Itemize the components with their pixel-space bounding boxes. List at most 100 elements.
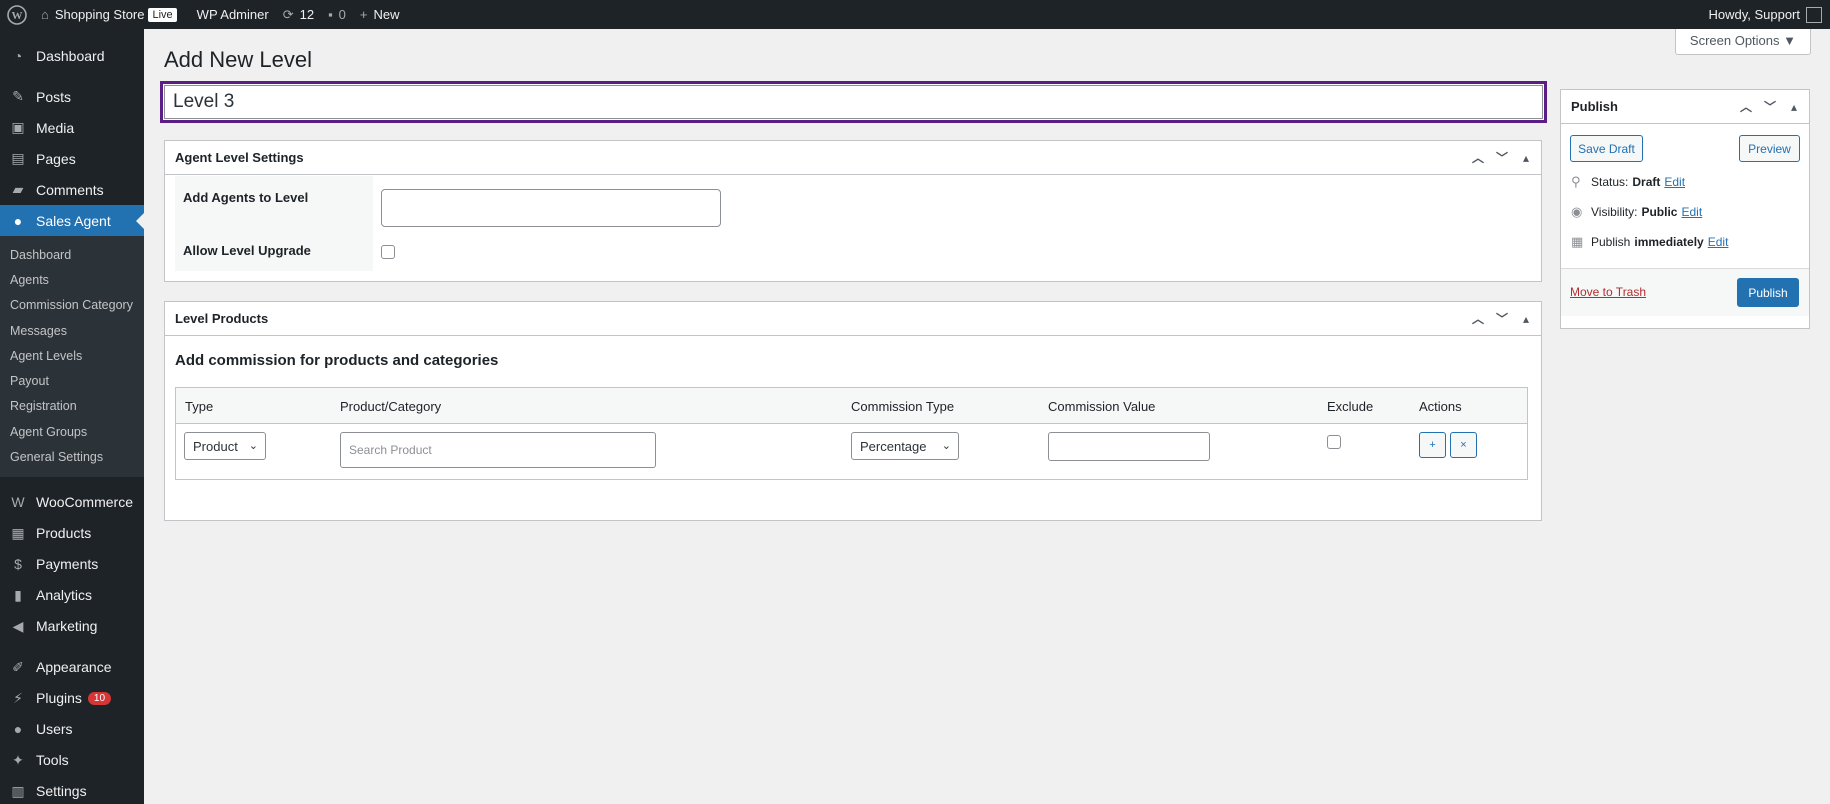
remove-row-button[interactable]: × [1450, 432, 1477, 458]
column-header: Product/Category [340, 399, 442, 414]
search-product-input[interactable]: Search Product [340, 432, 656, 468]
my-account[interactable]: Howdy, Support [1701, 0, 1830, 29]
menu-plugins[interactable]: ⚡ Plugins 10 [0, 683, 144, 714]
updates-icon: ⟳ [282, 6, 294, 22]
avatar [1806, 6, 1822, 23]
submenu-agent-groups[interactable]: Agent Groups [0, 419, 144, 444]
save-draft-button[interactable]: Save Draft [1570, 135, 1643, 162]
page-title: Add New Level [164, 47, 312, 72]
title-input-highlight: Level 3 [160, 81, 1547, 123]
menu-analytics[interactable]: ▮ Analytics [0, 580, 144, 611]
column-header: Exclude [1327, 399, 1374, 414]
admin-sidebar: ◔ Dashboard ✎ Posts ▣ Media ▤ Pages ▰ Co… [0, 29, 144, 804]
site-name: Shopping Store [54, 7, 145, 22]
admin-bar: W ⌂ Shopping Store Live WP Adminer ⟳ 12 … [0, 0, 1830, 29]
add-agents-field[interactable] [381, 189, 721, 227]
chevron-down-icon: ⌄ [248, 440, 258, 452]
chevron-down-icon[interactable]: ﹀ [1493, 310, 1511, 327]
table-header: Type Product/Category Commission Type Co… [176, 388, 1527, 424]
woocommerce-icon: W [11, 494, 25, 511]
menu-marketing[interactable]: ◀ Marketing [0, 611, 144, 642]
menu-pages[interactable]: ▤ Pages [0, 143, 144, 174]
menu-products[interactable]: ▦ Products [0, 518, 144, 549]
site-name-link[interactable]: ⌂ Shopping Store Live [34, 0, 190, 29]
comments-link[interactable]: ▪ 0 [321, 0, 353, 29]
sales-agent-submenu: Dashboard Agents Commission Category Mes… [0, 236, 144, 477]
publish-button[interactable]: Publish [1737, 278, 1799, 307]
submenu-registration[interactable]: Registration [0, 394, 144, 419]
wrench-icon: ✦ [12, 751, 24, 768]
plus-icon: + [359, 7, 368, 22]
table-row: Product ⌄ Search Product Percentage ⌄ + … [176, 424, 1527, 479]
menu-woocommerce[interactable]: W WooCommerce [0, 487, 144, 518]
dashboard-icon: ◔ [13, 47, 23, 64]
menu-comments[interactable]: ▰ Comments [0, 174, 144, 205]
wordpress-logo-icon[interactable]: W [0, 0, 34, 29]
menu-dashboard[interactable]: ◔ Dashboard [0, 40, 144, 71]
submenu-messages[interactable]: Messages [0, 318, 144, 343]
toggle-panel-icon[interactable]: ▴ [1517, 151, 1535, 165]
postbox-controls: ︿ ﹀ ▴ [1737, 98, 1809, 115]
chevron-up-icon[interactable]: ︿ [1469, 149, 1487, 166]
agent-level-settings-box: Agent Level Settings ︿ ﹀ ▴ Add Agents to… [164, 140, 1542, 282]
menu-posts[interactable]: ✎ Posts [0, 81, 144, 112]
add-agents-label: Add Agents to Level [175, 176, 373, 232]
edit-status-link[interactable]: Edit [1664, 175, 1685, 189]
type-select[interactable]: Product ⌄ [184, 432, 266, 460]
preview-button[interactable]: Preview [1739, 135, 1800, 162]
chevron-down-icon[interactable]: ﹀ [1493, 149, 1511, 166]
agent-level-settings-header: Agent Level Settings ︿ ﹀ ▴ [165, 141, 1541, 175]
megaphone-icon: ◀ [12, 617, 24, 634]
chevron-up-icon[interactable]: ︿ [1737, 98, 1755, 115]
column-header: Actions [1419, 399, 1462, 414]
calendar-icon: ▦ [1571, 234, 1584, 249]
howdy-text: Howdy, Support [1708, 7, 1800, 22]
column-header: Type [185, 399, 214, 414]
menu-users[interactable]: ● Users [0, 714, 144, 745]
brush-icon: ✐ [12, 658, 24, 675]
wp-adminer-link[interactable]: WP Adminer [190, 0, 276, 29]
menu-settings[interactable]: ▥ Settings [0, 776, 144, 804]
level-products-header: Level Products ︿ ﹀ ▴ [165, 302, 1541, 336]
chevron-down-icon[interactable]: ﹀ [1761, 98, 1779, 115]
screen-options-button[interactable]: Screen Options ▼ [1674, 29, 1811, 55]
chevron-up-icon[interactable]: ︿ [1469, 310, 1487, 327]
edit-visibility-link[interactable]: Edit [1681, 205, 1702, 219]
menu-payments[interactable]: $ Payments [0, 549, 144, 580]
agent-settings-form: Add Agents to Level Allow Level Upgrade [175, 176, 1540, 271]
menu-tools[interactable]: ✦ Tools [0, 745, 144, 776]
toggle-panel-icon[interactable]: ▴ [1517, 312, 1535, 326]
move-to-trash-link[interactable]: Move to Trash [1570, 285, 1646, 299]
menu-media[interactable]: ▣ Media [0, 112, 144, 143]
comment-icon: ▪ [328, 7, 333, 22]
add-row-button[interactable]: + [1419, 432, 1446, 458]
menu-sales-agent[interactable]: ● Sales Agent [0, 205, 144, 236]
menu-appearance[interactable]: ✐ Appearance [0, 652, 144, 683]
updates-count: 12 [299, 7, 315, 22]
new-label: New [373, 7, 400, 22]
postbox-title: Publish [1571, 99, 1618, 114]
edit-date-link[interactable]: Edit [1708, 235, 1729, 249]
submenu-payout[interactable]: Payout [0, 368, 144, 393]
plug-icon: ⚡ [13, 689, 23, 706]
plugins-update-badge: 10 [87, 691, 112, 705]
postbox-title: Level Products [175, 311, 269, 326]
submenu-dashboard[interactable]: Dashboard [0, 242, 144, 267]
column-header: Commission Type [851, 399, 955, 414]
toggle-panel-icon[interactable]: ▴ [1785, 100, 1803, 114]
exclude-checkbox[interactable] [1327, 435, 1341, 449]
comments-count: 0 [338, 7, 346, 22]
submenu-agents[interactable]: Agents [0, 267, 144, 292]
level-title-input[interactable]: Level 3 [164, 85, 1543, 119]
submenu-agent-levels[interactable]: Agent Levels [0, 343, 144, 368]
submenu-commission-category[interactable]: Commission Category [0, 293, 144, 318]
updates-link[interactable]: ⟳ 12 [276, 0, 321, 29]
commission-value-input[interactable] [1048, 432, 1210, 461]
svg-text:W: W [12, 10, 23, 22]
submenu-general-settings[interactable]: General Settings [0, 444, 144, 469]
new-content-link[interactable]: + New [353, 0, 407, 29]
allow-upgrade-checkbox[interactable] [381, 245, 395, 259]
main-content: Screen Options ▼ Add New Level Level 3 A… [144, 29, 1830, 804]
commission-type-select[interactable]: Percentage ⌄ [851, 432, 959, 460]
users-icon: ● [13, 721, 23, 738]
